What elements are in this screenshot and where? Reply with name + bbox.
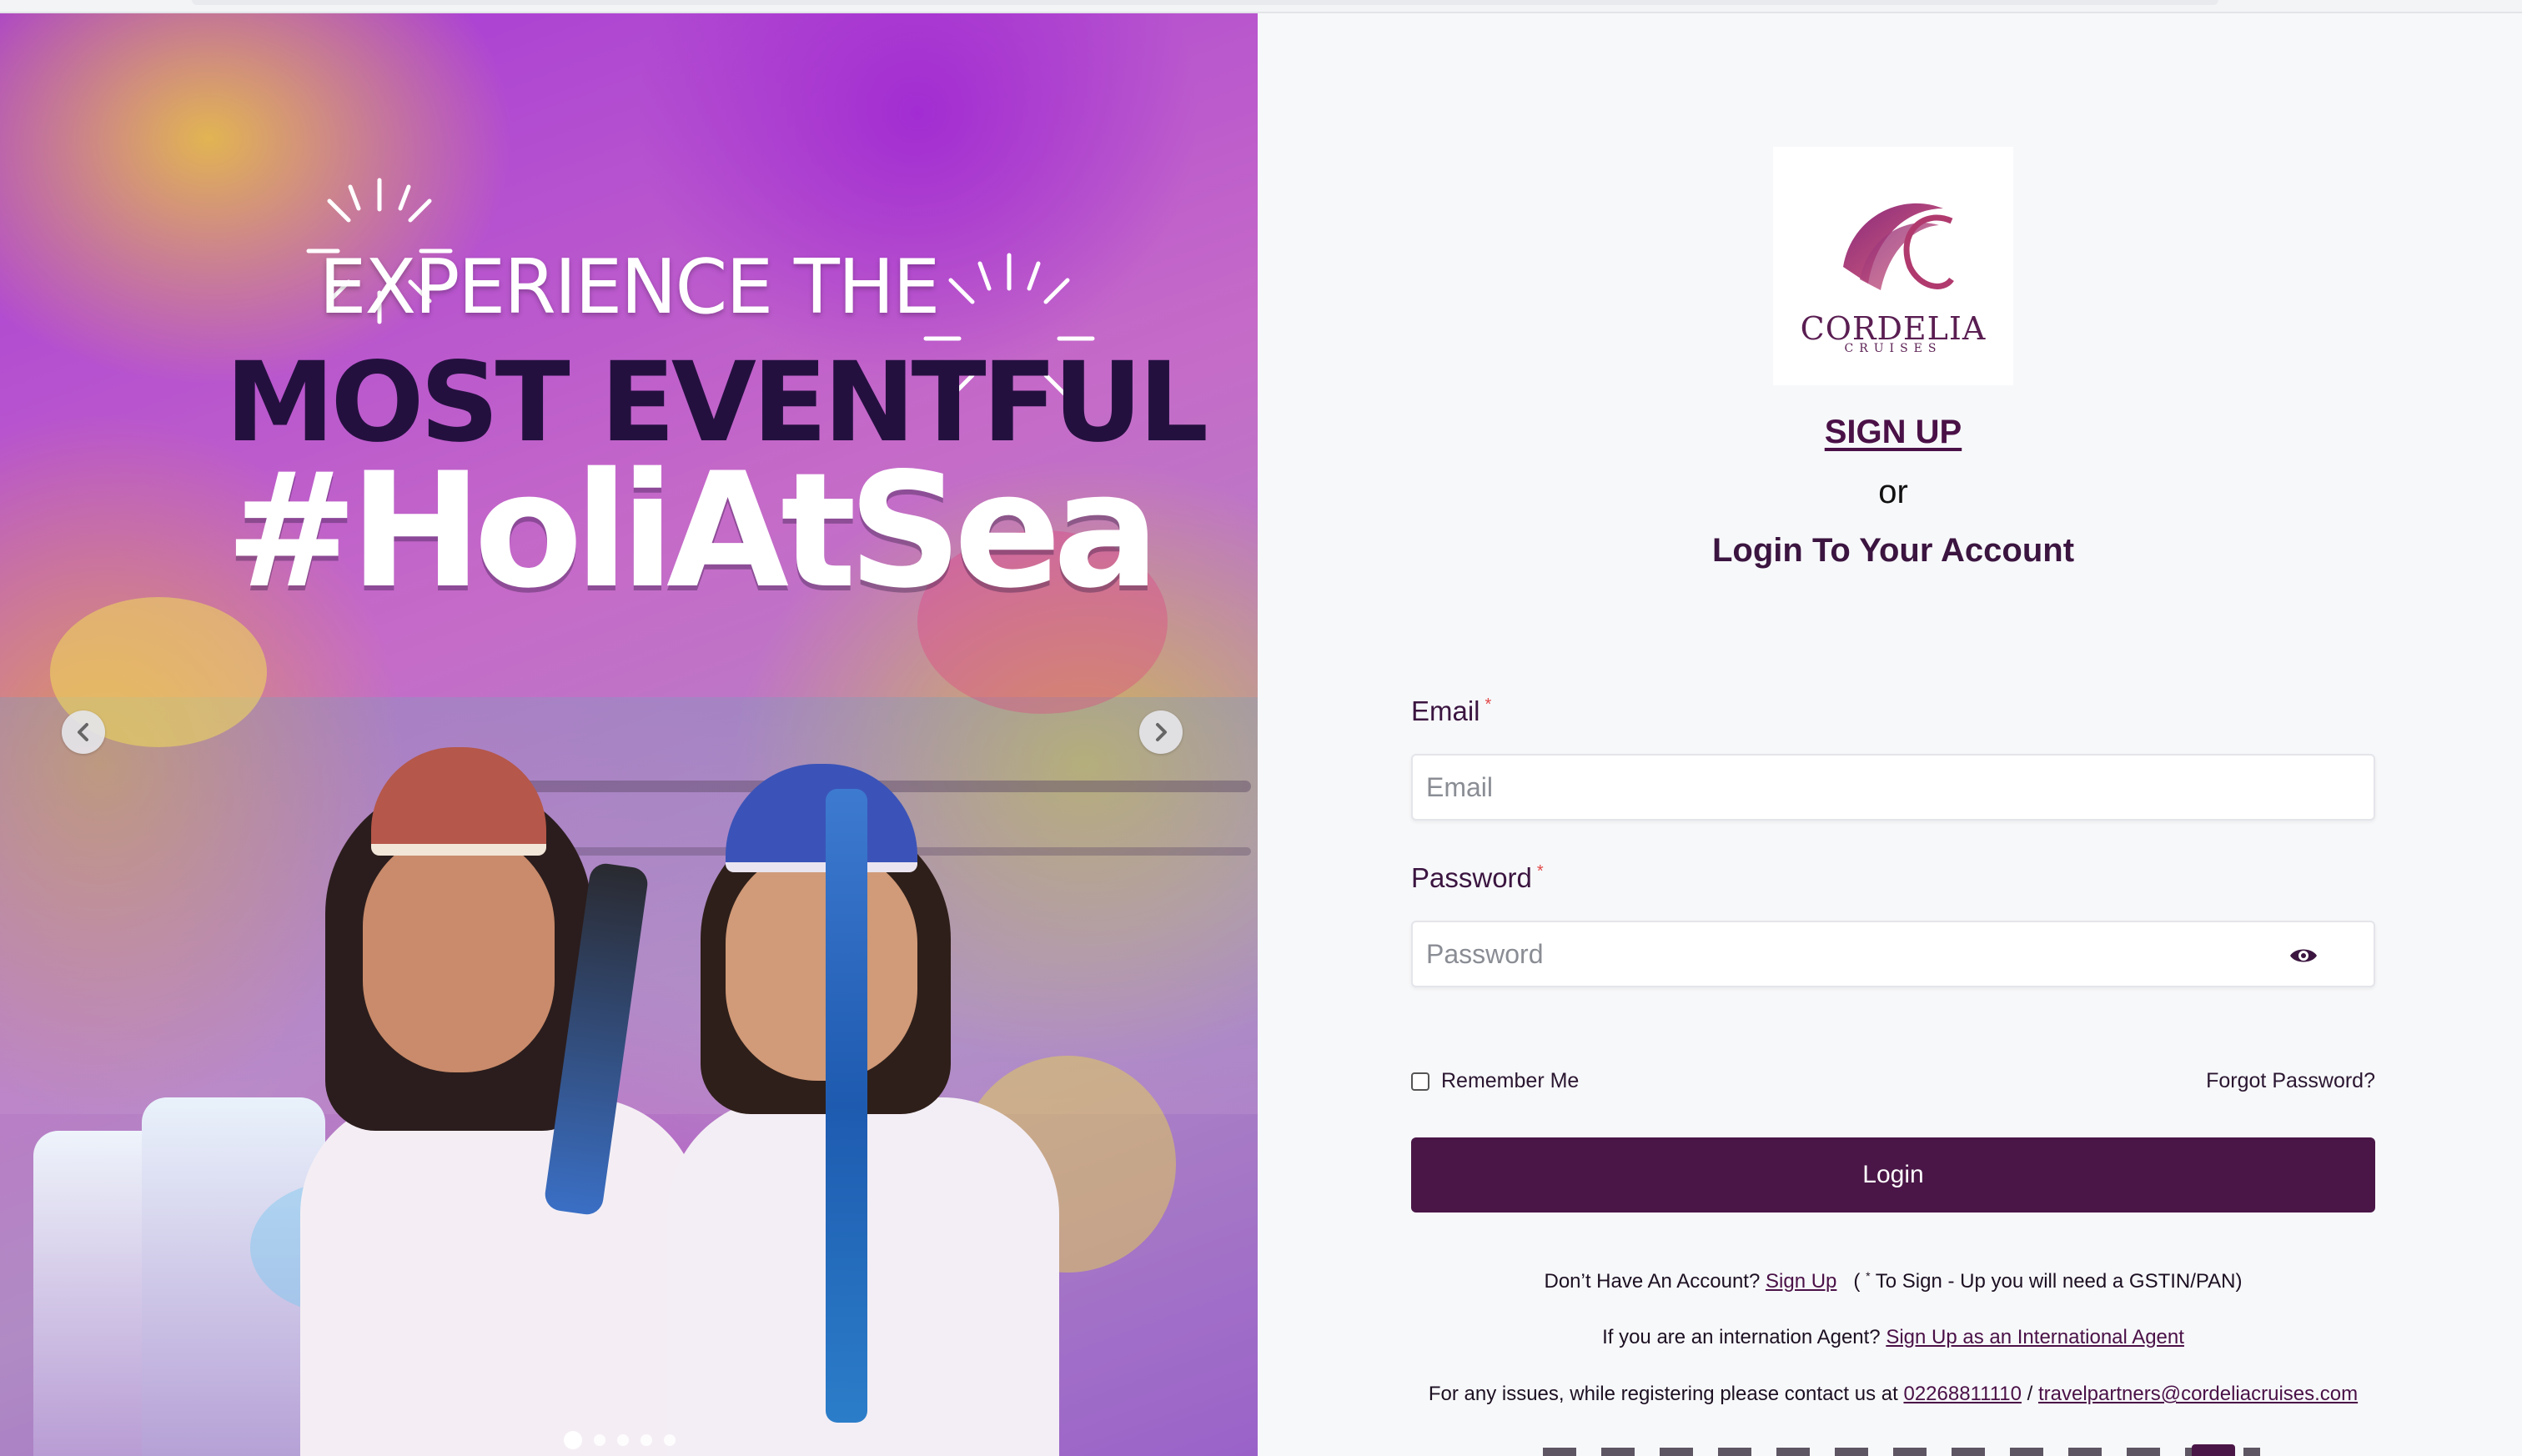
carousel-dot-3[interactable] bbox=[617, 1434, 629, 1446]
contact-text: For any issues, while registering please… bbox=[1428, 1383, 1898, 1405]
promo-carousel: EXPERIENCE THE MOST EVENTFUL #HoliAtSea bbox=[0, 13, 1258, 1456]
signup-info-line: Don’t Have An Account? Sign Up ( * To Si… bbox=[1293, 1269, 2494, 1293]
password-label: Password * bbox=[1411, 862, 1544, 894]
carousel-dot-1[interactable] bbox=[564, 1431, 582, 1449]
signup-link[interactable]: Sign Up bbox=[1766, 1270, 1836, 1293]
headline-experience: EXPERIENCE THE bbox=[319, 244, 941, 331]
browser-tab-strip bbox=[192, 0, 2218, 5]
chevron-left-icon bbox=[78, 723, 88, 741]
chevron-right-icon bbox=[1156, 723, 1167, 741]
email-label: Email * bbox=[1411, 695, 1491, 727]
password-field[interactable] bbox=[1411, 921, 2375, 987]
gstin-star: * bbox=[1866, 1269, 1871, 1283]
email-field[interactable] bbox=[1411, 754, 2375, 821]
brand-tagline: CRUISES bbox=[1844, 342, 1942, 355]
forgot-password-link[interactable]: Forgot Password? bbox=[2206, 1069, 2375, 1093]
gstin-note: To Sign - Up you will need a GSTIN/PAN) bbox=[1875, 1270, 2243, 1293]
logo-mark-icon bbox=[1843, 203, 1954, 290]
person-left bbox=[300, 731, 701, 1456]
remember-me-checkbox[interactable] bbox=[1411, 1072, 1429, 1091]
page-title: Login To Your Account bbox=[1711, 532, 2075, 569]
brand-logo: CORDELIA CRUISES bbox=[1773, 147, 2013, 385]
email-label-text: Email bbox=[1411, 695, 1480, 726]
intl-agent-line: If you are an internation Agent? Sign Up… bbox=[1293, 1326, 2494, 1349]
browser-top-bar bbox=[0, 0, 2522, 13]
cut-off-text-line bbox=[1543, 1448, 2260, 1456]
water-gun-right bbox=[826, 789, 867, 1423]
cut-off-icon bbox=[2192, 1444, 2235, 1456]
password-label-text: Password bbox=[1411, 862, 1532, 893]
carousel-dot-5[interactable] bbox=[664, 1434, 676, 1446]
intl-agent-text: If you are an internation Agent? bbox=[1602, 1326, 1881, 1348]
carousel-dot-4[interactable] bbox=[641, 1434, 652, 1446]
required-marker: * bbox=[1485, 695, 1492, 714]
remember-me-label: Remember Me bbox=[1441, 1069, 1580, 1092]
contact-email-link[interactable]: travelpartners@cordeliacruises.com bbox=[2038, 1383, 2358, 1405]
carousel-next-button[interactable] bbox=[1139, 710, 1183, 754]
contact-line: For any issues, while registering please… bbox=[1293, 1383, 2494, 1406]
gstin-paren: ( bbox=[1853, 1270, 1861, 1293]
remember-me[interactable]: Remember Me bbox=[1411, 1069, 1579, 1093]
signup-heading-link[interactable]: SIGN UP bbox=[1726, 414, 2060, 451]
carousel-dot-2[interactable] bbox=[594, 1434, 605, 1446]
carousel-indicators bbox=[564, 1431, 676, 1449]
eye-icon bbox=[2290, 949, 2317, 962]
login-button[interactable]: Login bbox=[1411, 1137, 2375, 1212]
toggle-password-visibility[interactable] bbox=[2285, 939, 2322, 972]
contact-phone-link[interactable]: 02268811110 bbox=[1903, 1383, 2021, 1405]
no-account-text: Don’t Have An Account? bbox=[1544, 1270, 1761, 1293]
carousel-prev-button[interactable] bbox=[62, 710, 105, 754]
contact-separator: / bbox=[2027, 1383, 2033, 1405]
headline-hashtag: #HoliAtSea bbox=[225, 439, 1160, 623]
required-marker: * bbox=[1536, 862, 1544, 881]
or-separator: or bbox=[1878, 474, 1908, 510]
intl-agent-signup-link[interactable]: Sign Up as an International Agent bbox=[1886, 1326, 2184, 1348]
